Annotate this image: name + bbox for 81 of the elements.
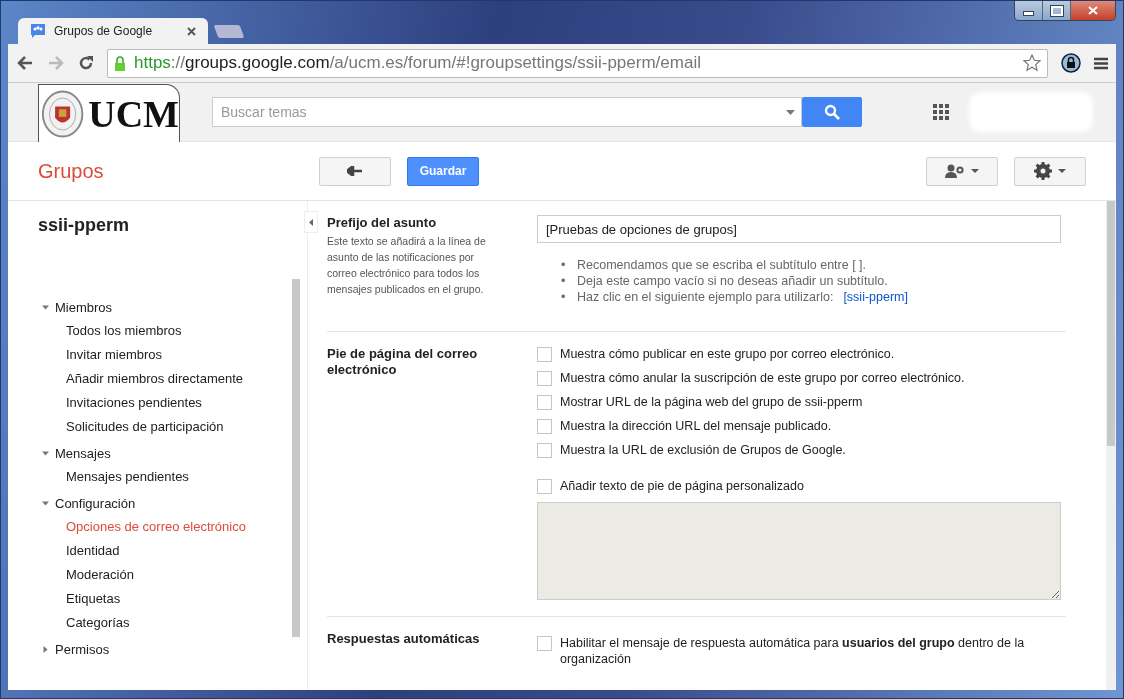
minimize-button[interactable] — [1015, 1, 1043, 20]
hint-text: Deja este campo vacío si no deseas añadir un subtítulo. — [577, 274, 888, 288]
caret-icon[interactable] — [786, 110, 795, 115]
lock-icon — [114, 55, 126, 71]
logo-text: UCM — [88, 91, 179, 136]
back-button[interactable] — [319, 156, 391, 186]
new-tab-button[interactable] — [213, 25, 245, 38]
menu-icon[interactable] — [1094, 56, 1108, 70]
bullet: • — [561, 289, 567, 305]
search-button[interactable] — [802, 97, 862, 127]
arrow-left-icon — [309, 218, 313, 226]
lock-extension-icon[interactable] — [1061, 53, 1081, 73]
bullet: • — [561, 273, 567, 289]
example-link[interactable]: [ssii-pperm] — [843, 290, 908, 304]
checkbox[interactable] — [537, 347, 552, 362]
university-logo[interactable]: UCM — [38, 84, 180, 142]
back-icon[interactable] — [16, 55, 34, 71]
checkbox[interactable] — [537, 371, 552, 386]
section-title: Pie de página del correo electrónico — [327, 346, 479, 378]
checkbox[interactable] — [537, 479, 552, 494]
close-icon[interactable] — [187, 26, 196, 36]
person-gear-icon — [945, 164, 965, 178]
settings-icon — [1034, 162, 1052, 180]
subject-prefix-field[interactable]: [Pruebas de opciones de grupos] — [537, 215, 1061, 243]
nav-item[interactable]: Añadir miembros directamente — [38, 367, 307, 391]
section-title: Respuestas automáticas — [327, 631, 481, 647]
nav-item[interactable]: Todos los miembros — [38, 319, 307, 343]
nav-item[interactable]: Mensajes pendientes — [38, 465, 307, 489]
nav-item[interactable]: Invitaciones pendientes — [38, 391, 307, 415]
caret-icon — [1058, 169, 1066, 173]
browser-tab[interactable]: Grupos de Google — [18, 18, 208, 44]
reload-icon[interactable] — [78, 55, 94, 71]
close-button[interactable] — [1071, 1, 1115, 20]
checkbox[interactable] — [537, 443, 552, 458]
close-icon — [1088, 6, 1098, 15]
checkbox[interactable] — [537, 419, 552, 434]
section-title: Prefijo del asunto — [327, 215, 438, 231]
collapsed-icon — [42, 645, 49, 653]
checkbox-label: Muestra la URL de exclusión de Grupos de Google. — [560, 442, 846, 458]
caret-icon — [971, 169, 979, 173]
nav-item[interactable]: Categorías — [38, 611, 307, 635]
section-description: Este texto se añadirá a la línea de asunto de las notificaciones por correo electrónico para todos los mensajes publicados en el grupo. — [327, 234, 487, 297]
scrollbar[interactable] — [1106, 201, 1116, 690]
scrollbar[interactable] — [292, 279, 300, 637]
apps-grid-icon[interactable] — [933, 104, 949, 120]
checkbox-label: Muestra cómo publicar en este grupo por correo electrónico. — [560, 346, 895, 362]
app-title[interactable]: Grupos — [38, 159, 319, 183]
checkbox-label: Añadir texto de pie de página personalizado — [560, 478, 804, 494]
group-name: ssii-pperm — [38, 215, 131, 237]
search-icon — [824, 104, 840, 120]
hint-text: Haz clic en el siguiente ejemplo para utilizarlo: — [577, 290, 834, 304]
checkbox-label: Muestra cómo anular la suscripción de este grupo por correo electrónico. — [560, 370, 965, 386]
nav-item[interactable]: Moderación — [38, 563, 307, 587]
search-field[interactable]: Buscar temas — [212, 97, 802, 127]
address-bar[interactable]: https://groups.google.com/a/ucm.es/forum/#!groupsettings/ssii-pperm/email — [107, 48, 1048, 78]
nav-section[interactable]: Miembros — [38, 295, 307, 319]
nav-section[interactable]: Mensajes — [38, 441, 307, 465]
member-settings-button[interactable] — [926, 156, 998, 186]
expanded-icon — [42, 303, 49, 311]
nav-item[interactable]: Etiquetas — [38, 587, 307, 611]
settings-button[interactable] — [1014, 156, 1086, 186]
bullet: • — [561, 257, 567, 273]
checkbox-label: Habilitar el mensaje de respuesta automática para usuarios del grupo dentro de la organización — [560, 635, 1026, 667]
nav-section[interactable]: Permisos — [38, 637, 307, 661]
nav-item[interactable]: Invitar miembros — [38, 343, 307, 367]
maximize-button[interactable] — [1043, 1, 1071, 20]
nav-item[interactable]: Opciones de correo electrónico — [38, 515, 307, 539]
checkbox[interactable] — [537, 636, 552, 651]
arrow-left-icon — [347, 166, 363, 176]
checkbox-label: Muestra la dirección URL del mensaje publicado. — [560, 418, 832, 434]
star-icon[interactable] — [1023, 54, 1041, 72]
expanded-icon — [42, 449, 49, 457]
hint-text: Recomendamos que se escriba el subtítulo entre [ ]. — [577, 258, 867, 272]
nav-item[interactable]: Identidad — [38, 539, 307, 563]
collapse-button[interactable] — [304, 211, 318, 233]
checkbox[interactable] — [537, 395, 552, 410]
nav-item[interactable]: Solicitudes de participación — [38, 415, 307, 439]
groups-icon — [30, 23, 46, 39]
nav-section[interactable]: Configuración — [38, 491, 307, 515]
checkbox-label: Mostrar URL de la página web del grupo de ssii-pperm — [560, 394, 863, 410]
expanded-icon — [42, 499, 49, 507]
